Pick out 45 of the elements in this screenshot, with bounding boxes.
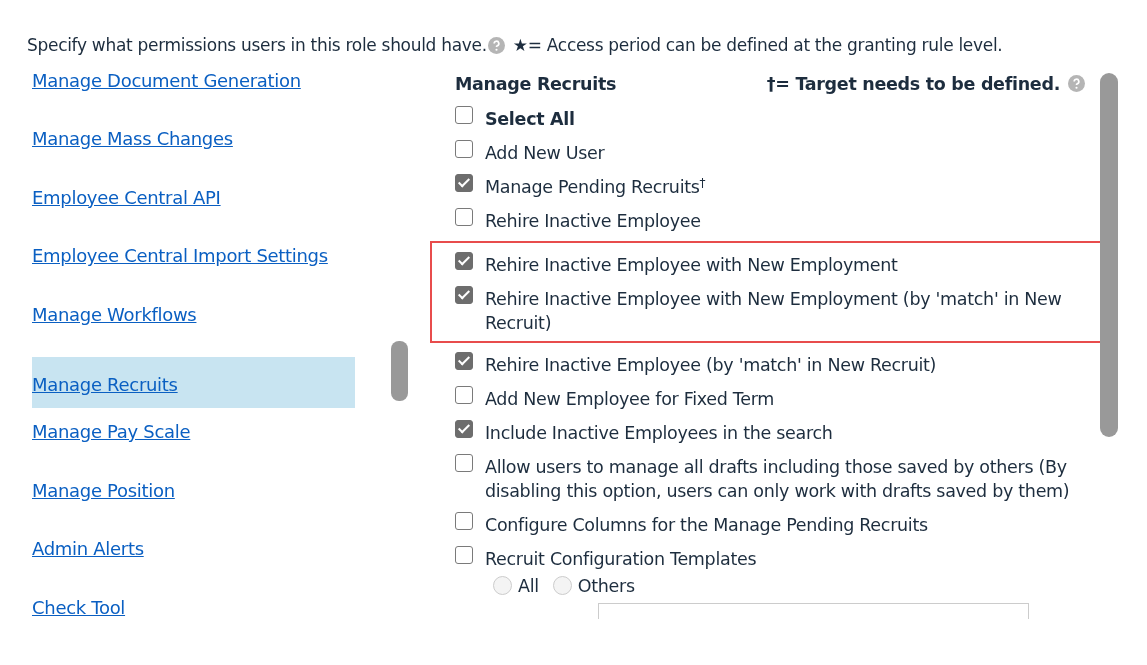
- checkbox-label: Allow users to manage all drafts including those saved by others (By disabling this option, users can only work with drafts saved by them): [485, 455, 1071, 503]
- checkbox[interactable]: [455, 251, 473, 270]
- category-link[interactable]: Check Tool: [32, 591, 355, 643]
- checkbox-label: Add New User: [485, 141, 605, 165]
- category-link[interactable]: Manage Workflows: [32, 298, 355, 350]
- checkbox[interactable]: [455, 419, 473, 438]
- legend-text: †= Target needs to be defined.: [766, 72, 1060, 96]
- category-link[interactable]: Employee Central Import Settings: [32, 240, 355, 292]
- checkbox-label: Manage Pending Recruits$^{†}$: [485, 174, 706, 199]
- checkbox[interactable]: [455, 545, 473, 564]
- category-link[interactable]: Manage Mass Changes: [32, 123, 355, 175]
- radio-label: Others: [577, 574, 635, 598]
- category-link[interactable]: Manage Recruits: [32, 357, 355, 409]
- category-link[interactable]: Manage Position: [32, 474, 355, 526]
- legend-text: ★= Access period can be defined at the granting rule level.: [512, 34, 1003, 57]
- checkbox-label: Select All: [485, 107, 575, 131]
- checkbox[interactable]: [455, 453, 473, 472]
- checkbox-label: Recruit Configuration Templates: [485, 547, 757, 571]
- checkbox[interactable]: [455, 385, 473, 404]
- checkbox[interactable]: [455, 285, 473, 304]
- checkbox-label: Rehire Inactive Employee (by 'match' in New Recruit): [485, 353, 937, 377]
- checkbox-label: Rehire Inactive Employee with New Employment (by 'match' in New Recruit): [485, 287, 1063, 335]
- category-link[interactable]: Manage Document Generation: [32, 64, 355, 116]
- select-field[interactable]: [598, 603, 1029, 619]
- checkbox[interactable]: [455, 351, 473, 370]
- radio-label: All: [518, 574, 539, 598]
- checkbox[interactable]: [455, 105, 473, 124]
- checkbox-label: Include Inactive Employees in the search: [485, 421, 833, 445]
- radio-button[interactable]: [552, 576, 572, 596]
- scrollbar-thumb[interactable]: [1100, 72, 1118, 437]
- checkbox[interactable]: [455, 511, 473, 530]
- intro-text: Specify what permissions users in this role should have.: [27, 34, 487, 57]
- checkbox[interactable]: [455, 139, 473, 158]
- checkbox-label: Configure Columns for the Manage Pending Recruits: [485, 513, 928, 537]
- category-link[interactable]: Admin Alerts: [32, 533, 355, 585]
- checkbox[interactable]: [455, 173, 473, 192]
- category-link[interactable]: Manage Pay Scale: [32, 416, 355, 468]
- scrollbar-thumb[interactable]: [391, 340, 408, 401]
- checkbox[interactable]: [455, 207, 473, 226]
- checkbox-label: Rehire Inactive Employee: [485, 209, 701, 233]
- category-link[interactable]: Employee Central API: [32, 181, 355, 233]
- radio-button[interactable]: [493, 576, 512, 596]
- panel-title: Manage Recruits: [455, 72, 617, 96]
- checkbox-label: Rehire Inactive Employee with New Employment: [485, 253, 898, 277]
- checkbox-label: Add New Employee for Fixed Term: [485, 387, 775, 411]
